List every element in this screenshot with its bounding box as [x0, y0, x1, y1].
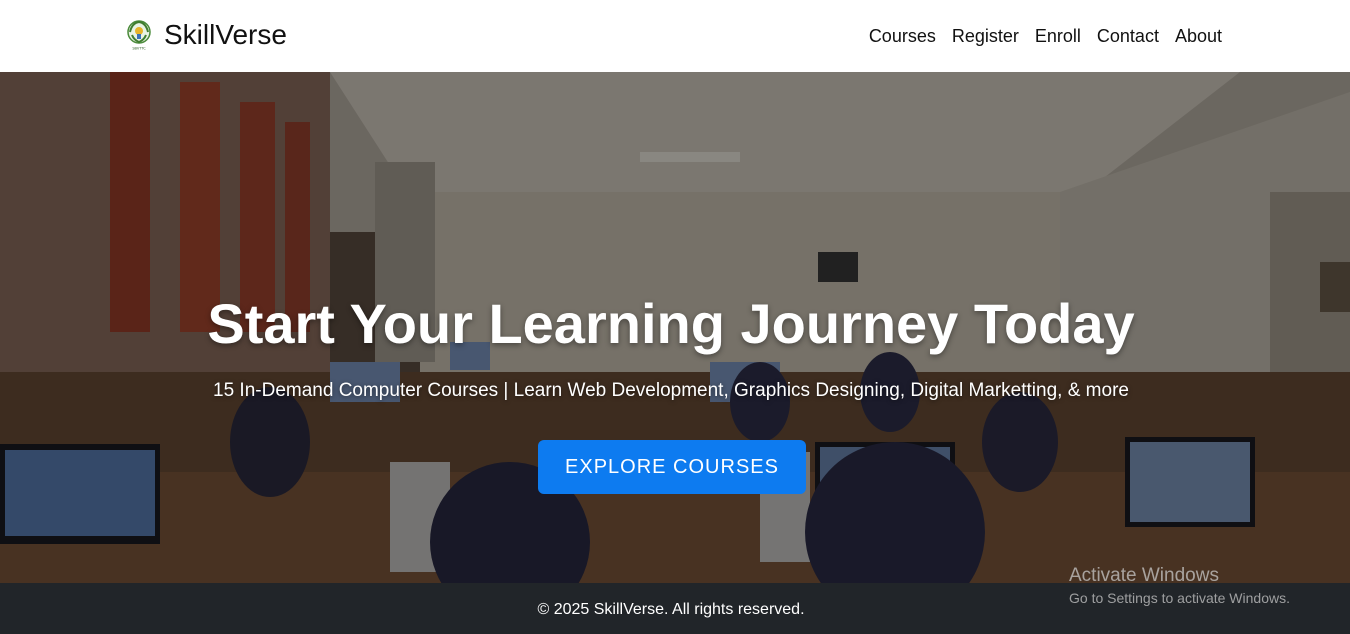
- hero-title: Start Your Learning Journey Today: [207, 292, 1135, 355]
- brand-name[interactable]: SkillVerse: [164, 17, 287, 53]
- explore-courses-button[interactable]: EXPLORE COURSES: [538, 440, 806, 494]
- nav-courses[interactable]: Courses: [869, 24, 936, 48]
- watermark-subtitle: Go to Settings to activate Windows.: [1069, 590, 1290, 606]
- nav-contact[interactable]: Contact: [1097, 24, 1159, 48]
- nav-about[interactable]: About: [1175, 24, 1222, 48]
- activate-windows-watermark: Activate Windows Go to Settings to activ…: [1069, 565, 1290, 608]
- hero-subtitle: 15 In-Demand Computer Courses | Learn We…: [213, 380, 1129, 401]
- main-nav: Courses Register Enroll Contact About: [869, 24, 1222, 48]
- hero-section: Start Your Learning Journey Today 15 In-…: [0, 72, 1350, 583]
- emblem-icon: SBVTTC: [127, 20, 151, 51]
- watermark-title: Activate Windows: [1069, 565, 1219, 586]
- logo-caption: SBVTTC: [132, 47, 146, 51]
- nav-enroll[interactable]: Enroll: [1035, 24, 1081, 48]
- brand-link[interactable]: SBVTTC SkillVerse: [124, 17, 287, 53]
- site-header: SBVTTC SkillVerse Courses Register Enrol…: [0, 0, 1350, 72]
- nav-register[interactable]: Register: [952, 24, 1019, 48]
